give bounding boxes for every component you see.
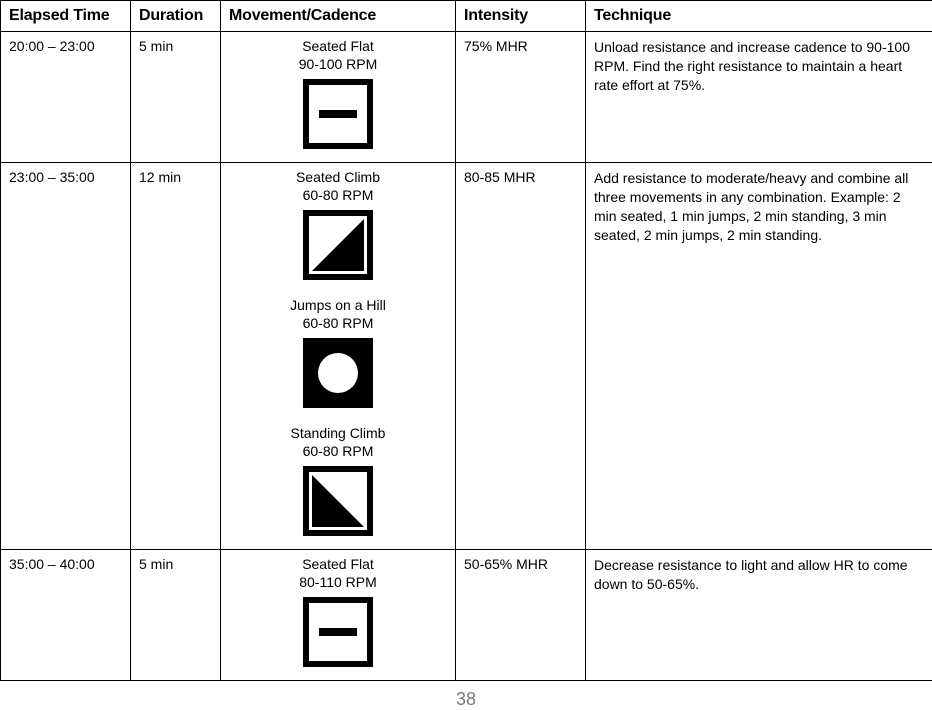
- movement-block: Seated Climb60-80 RPM: [229, 169, 447, 283]
- movement-rpm: 60-80 RPM: [229, 187, 447, 205]
- climb-standing-icon: [303, 466, 373, 539]
- cell-intensity: 50-65% MHR: [456, 550, 586, 681]
- header-elapsed: Elapsed Time: [1, 1, 131, 32]
- cell-movement: Seated Flat80-110 RPM: [221, 550, 456, 681]
- header-movement: Movement/Cadence: [221, 1, 456, 32]
- movement-block: Seated Flat90-100 RPM: [229, 38, 447, 152]
- cell-duration: 12 min: [131, 163, 221, 550]
- table-row: 35:00 – 40:005 minSeated Flat80-110 RPM5…: [1, 550, 932, 681]
- table-row: 20:00 – 23:005 minSeated Flat90-100 RPM7…: [1, 32, 932, 163]
- movement-name: Seated Climb: [229, 169, 447, 187]
- workout-table: Elapsed Time Duration Movement/Cadence I…: [0, 0, 932, 681]
- header-intensity: Intensity: [456, 1, 586, 32]
- cell-intensity: 80-85 MHR: [456, 163, 586, 550]
- cell-elapsed: 35:00 – 40:00: [1, 550, 131, 681]
- movement-block: Jumps on a Hill60-80 RPM: [229, 297, 447, 411]
- flat-icon: [303, 79, 373, 152]
- header-technique: Technique: [586, 1, 932, 32]
- table-header-row: Elapsed Time Duration Movement/Cadence I…: [1, 1, 932, 32]
- movement-name: Jumps on a Hill: [229, 297, 447, 315]
- movement-rpm: 60-80 RPM: [229, 443, 447, 461]
- movement-rpm: 80-110 RPM: [229, 574, 447, 592]
- movement-rpm: 90-100 RPM: [229, 56, 447, 74]
- cell-movement: Seated Climb60-80 RPMJumps on a Hill60-8…: [221, 163, 456, 550]
- cell-technique: Add resistance to moderate/heavy and com…: [586, 163, 932, 550]
- flat-icon: [303, 597, 373, 670]
- cell-technique: Decrease resistance to light and allow H…: [586, 550, 932, 681]
- climb-seated-icon: [303, 210, 373, 283]
- movement-block: Seated Flat80-110 RPM: [229, 556, 447, 670]
- movement-block: Standing Climb60-80 RPM: [229, 425, 447, 539]
- header-duration: Duration: [131, 1, 221, 32]
- workout-table-container: Elapsed Time Duration Movement/Cadence I…: [0, 0, 932, 681]
- movement-name: Seated Flat: [229, 556, 447, 574]
- cell-duration: 5 min: [131, 550, 221, 681]
- table-row: 23:00 – 35:0012 minSeated Climb60-80 RPM…: [1, 163, 932, 550]
- movement-name: Seated Flat: [229, 38, 447, 56]
- cell-elapsed: 23:00 – 35:00: [1, 163, 131, 550]
- table-body: 20:00 – 23:005 minSeated Flat90-100 RPM7…: [1, 32, 932, 681]
- cell-technique: Unload resistance and increase cadence t…: [586, 32, 932, 163]
- cell-movement: Seated Flat90-100 RPM: [221, 32, 456, 163]
- cell-intensity: 75% MHR: [456, 32, 586, 163]
- cell-elapsed: 20:00 – 23:00: [1, 32, 131, 163]
- page-number: 38: [0, 689, 932, 710]
- cell-duration: 5 min: [131, 32, 221, 163]
- movement-rpm: 60-80 RPM: [229, 315, 447, 333]
- jumps-icon: [303, 338, 373, 411]
- movement-name: Standing Climb: [229, 425, 447, 443]
